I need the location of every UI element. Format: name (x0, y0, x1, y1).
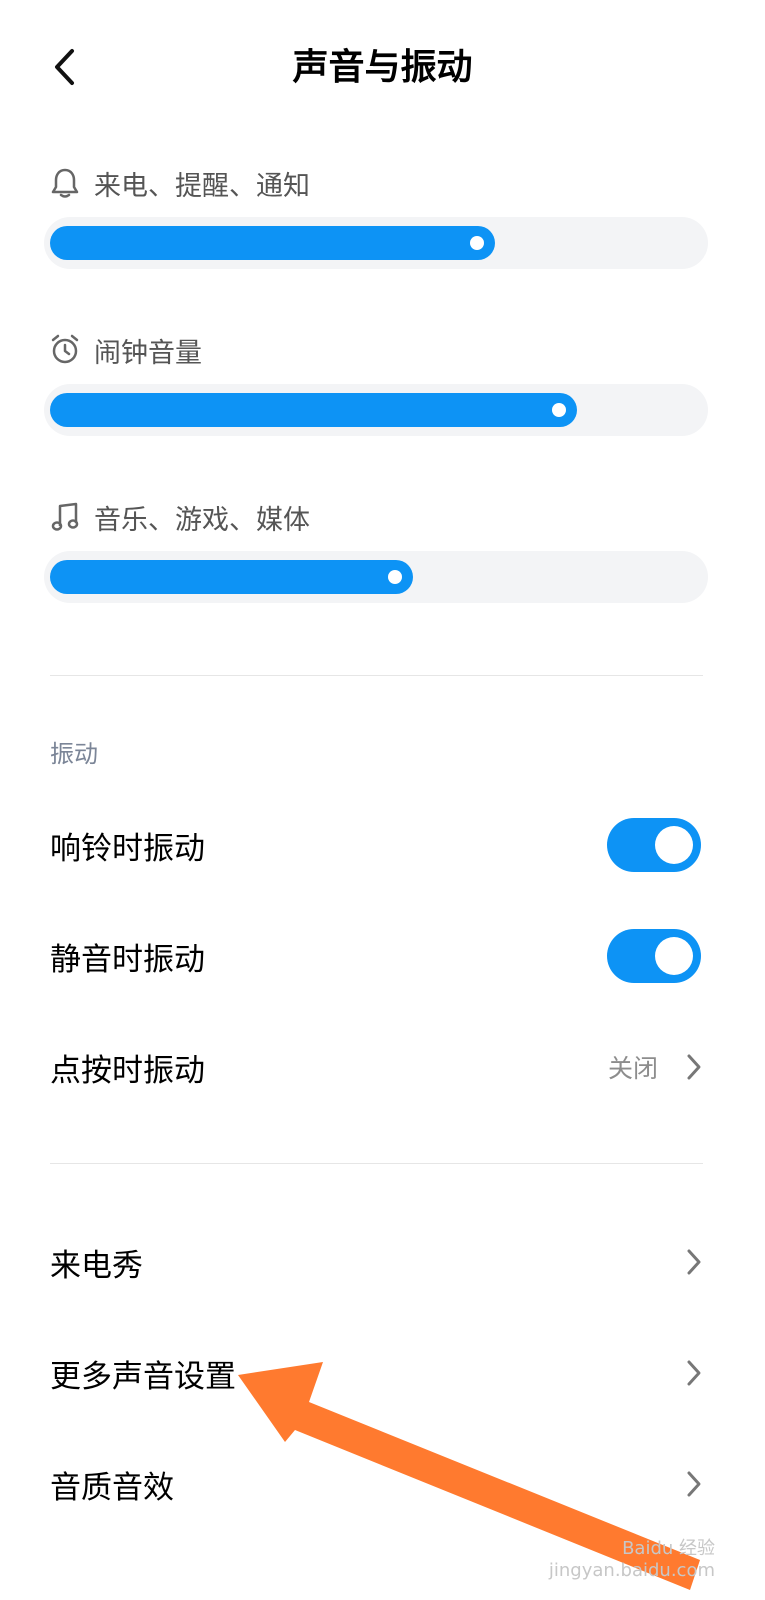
baidu-watermark: Baidu 经验 jingyan.baidu.com (549, 1538, 715, 1582)
annotation-arrow (238, 1362, 700, 1590)
watermark-line1: Baidu 经验 (622, 1538, 715, 1559)
watermark-line2: jingyan.baidu.com (548, 1560, 715, 1581)
